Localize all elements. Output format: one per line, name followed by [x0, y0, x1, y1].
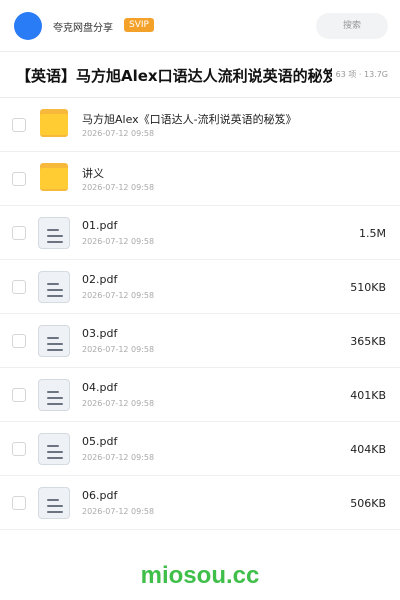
folder-header: 【英语】马方旭Alex口语达人流利说英语的秘笈 63 项 · 13.7G [0, 52, 400, 98]
file-size: 506KB [350, 497, 386, 510]
list-item[interactable]: 03.pdf 2026-07-12 09:58 365KB [0, 314, 400, 368]
user-name[interactable]: 夸克网盘分享 [53, 19, 113, 34]
file-date: 2026-07-12 09:58 [82, 507, 155, 516]
select-checkbox[interactable] [12, 496, 26, 510]
folder-icon [38, 163, 70, 195]
svip-badge: SVIP [124, 18, 154, 32]
file-date: 2026-07-12 09:58 [82, 453, 155, 462]
file-date: 2026-07-12 09:58 [82, 345, 155, 354]
list-item[interactable]: 06.pdf 2026-07-12 09:58 506KB [0, 476, 400, 530]
list-item[interactable]: 讲义 2026-07-12 09:58 [0, 152, 400, 206]
file-name: 01.pdf [82, 219, 118, 232]
list-item[interactable]: 马方旭Alex《口语达人-流利说英语的秘笈》 2026-07-12 09:58 [0, 98, 400, 152]
top-bar: 夸克网盘分享 SVIP 搜索 [0, 0, 400, 52]
watermark: miosou.cc [140, 562, 260, 589]
select-checkbox[interactable] [12, 442, 26, 456]
file-name: 06.pdf [82, 489, 118, 502]
file-date: 2026-07-12 09:58 [82, 183, 155, 192]
file-size: 404KB [350, 443, 386, 456]
select-checkbox[interactable] [12, 334, 26, 348]
select-checkbox[interactable] [12, 280, 26, 294]
file-name: 04.pdf [82, 381, 118, 394]
list-item[interactable]: 02.pdf 2026-07-12 09:58 510KB [0, 260, 400, 314]
document-icon [38, 271, 70, 303]
file-date: 2026-07-12 09:58 [82, 129, 155, 138]
select-checkbox[interactable] [12, 118, 26, 132]
document-icon [38, 217, 70, 249]
file-size: 510KB [350, 281, 386, 294]
file-date: 2026-07-12 09:58 [82, 237, 155, 246]
folder-meta: 63 项 · 13.7G [332, 69, 388, 80]
file-name: 马方旭Alex《口语达人-流利说英语的秘笈》 [82, 113, 297, 126]
file-size: 401KB [350, 389, 386, 402]
list-item[interactable]: 05.pdf 2026-07-12 09:58 404KB [0, 422, 400, 476]
select-checkbox[interactable] [12, 226, 26, 240]
file-name: 讲义 [82, 167, 104, 180]
file-name: 05.pdf [82, 435, 118, 448]
avatar[interactable] [14, 12, 42, 40]
document-icon [38, 379, 70, 411]
file-size: 365KB [350, 335, 386, 348]
list-item[interactable]: 01.pdf 2026-07-12 09:58 1.5M [0, 206, 400, 260]
search-input[interactable]: 搜索 [316, 13, 388, 39]
select-checkbox[interactable] [12, 388, 26, 402]
file-size: 1.5M [359, 227, 386, 240]
document-icon [38, 325, 70, 357]
page-title: 【英语】马方旭Alex口语达人流利说英语的秘笈 [16, 67, 332, 85]
list-item[interactable]: 04.pdf 2026-07-12 09:58 401KB [0, 368, 400, 422]
document-icon [38, 433, 70, 465]
file-date: 2026-07-12 09:58 [82, 399, 155, 408]
file-date: 2026-07-12 09:58 [82, 291, 155, 300]
file-name: 03.pdf [82, 327, 118, 340]
select-checkbox[interactable] [12, 172, 26, 186]
file-name: 02.pdf [82, 273, 118, 286]
file-list: 马方旭Alex《口语达人-流利说英语的秘笈》 2026-07-12 09:58 … [0, 98, 400, 530]
folder-icon [38, 109, 70, 141]
document-icon [38, 487, 70, 519]
